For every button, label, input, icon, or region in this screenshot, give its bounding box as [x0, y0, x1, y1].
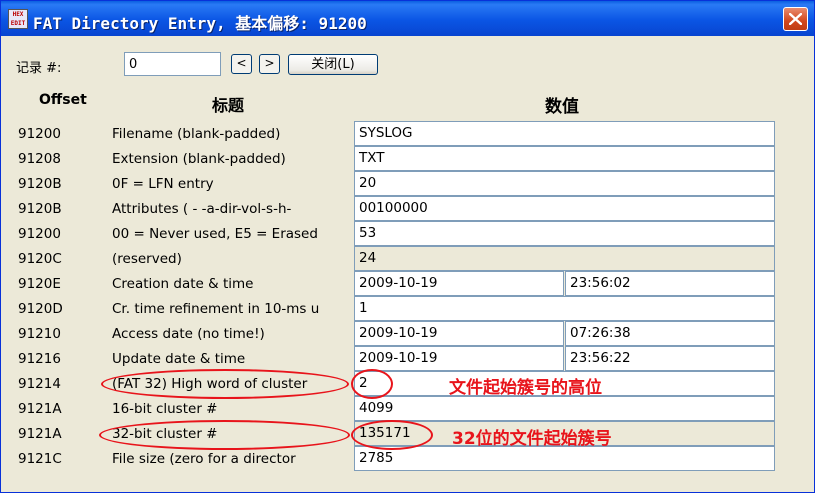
record-label: 记录 #: — [16, 61, 62, 76]
app-icon-text-bottom: EDIT — [10, 20, 26, 27]
row-label: Access date (no time!) — [112, 326, 265, 342]
row-label: (reserved) — [112, 251, 182, 267]
app-icon-text-top: HEX — [12, 11, 24, 18]
row-label: Creation date & time — [112, 276, 254, 292]
row-value-field[interactable]: 53 — [354, 221, 775, 246]
row-value-field[interactable]: 4099 — [354, 396, 775, 421]
row-date-field[interactable]: 2009-10-19 — [354, 346, 564, 371]
close-dialog-button[interactable]: 关闭(L) — [288, 54, 378, 75]
row-offset: 91210 — [18, 326, 61, 342]
row-time-field[interactable]: 23:56:02 — [565, 271, 775, 296]
record-number-input[interactable] — [124, 52, 221, 76]
row-value-readonly: 24 — [354, 246, 775, 271]
annotation-cluster-note: 32位的文件起始簇号 — [452, 429, 612, 449]
row-value-field[interactable]: 2785 — [354, 446, 775, 471]
row-label: 0F = LFN entry — [112, 176, 214, 192]
row-value-field[interactable]: 00100000 — [354, 196, 775, 221]
row-offset: 91216 — [18, 351, 61, 367]
row-label: Update date & time — [112, 351, 246, 367]
row-offset: 9120E — [18, 276, 61, 292]
next-record-button[interactable]: > — [259, 54, 280, 74]
fat-directory-entry-window: HEX EDIT FAT Directory Entry, 基本偏移: 9120… — [0, 0, 815, 493]
annotation-ellipse-cluster-value — [351, 420, 433, 450]
row-offset: 9120B — [18, 176, 62, 192]
annotation-high-word-note: 文件起始簇号的高位 — [449, 378, 602, 398]
title-bar[interactable]: HEX EDIT FAT Directory Entry, 基本偏移: 9120… — [1, 1, 814, 36]
column-header-value: 数值 — [545, 97, 579, 117]
row-date-field[interactable]: 2009-10-19 — [354, 271, 564, 296]
row-offset: 91208 — [18, 151, 61, 167]
previous-record-button[interactable]: < — [231, 54, 252, 74]
row-value-field[interactable]: 1 — [354, 296, 775, 321]
row-label: Cr. time refinement in 10-ms u — [112, 301, 320, 317]
annotation-ellipse-high-word-label — [101, 369, 349, 399]
annotation-ellipse-cluster-label — [99, 420, 350, 450]
row-label: Attributes ( - -a-dir-vol-s-h- — [112, 201, 292, 217]
row-offset: 9120B — [18, 201, 62, 217]
row-label: 00 = Never used, E5 = Erased — [112, 226, 318, 242]
column-header-offset: Offset — [39, 92, 87, 108]
row-value-field[interactable]: SYSLOG — [354, 121, 775, 146]
row-time-field[interactable]: 07:26:38 — [565, 321, 775, 346]
row-offset: 91214 — [18, 376, 61, 392]
row-offset: 91200 — [18, 126, 61, 142]
row-date-field[interactable]: 2009-10-19 — [354, 321, 564, 346]
row-label: File size (zero for a director — [112, 451, 296, 467]
close-icon — [789, 13, 802, 25]
row-time-field[interactable]: 23:56:22 — [565, 346, 775, 371]
window-title: FAT Directory Entry, 基本偏移: 91200 — [33, 14, 367, 33]
annotation-ellipse-high-word-value — [351, 369, 393, 399]
row-offset: 9121A — [18, 401, 62, 417]
row-label: Filename (blank-padded) — [112, 126, 281, 142]
row-offset: 9121A — [18, 426, 62, 442]
hex-editor-app-icon: HEX EDIT — [8, 9, 28, 29]
close-window-button[interactable] — [783, 7, 808, 31]
row-label: Extension (blank-padded) — [112, 151, 286, 167]
row-offset: 9120C — [18, 251, 62, 267]
row-offset: 9121C — [18, 451, 62, 467]
column-header-title: 标题 — [212, 96, 245, 115]
row-value-field[interactable]: TXT — [354, 146, 775, 171]
row-value-field[interactable]: 20 — [354, 171, 775, 196]
row-offset: 9120D — [18, 301, 63, 317]
row-offset: 91200 — [18, 226, 61, 242]
row-label: 16-bit cluster # — [112, 401, 218, 417]
